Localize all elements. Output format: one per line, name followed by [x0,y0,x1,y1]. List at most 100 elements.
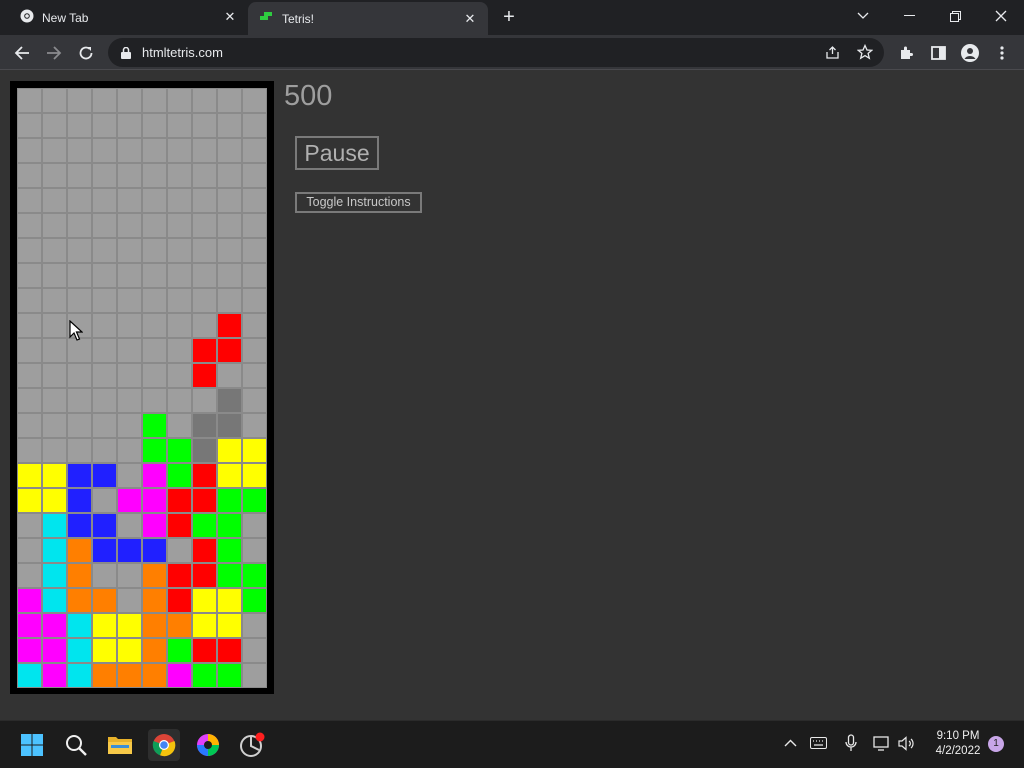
tab-new-tab[interactable]: New Tab ✕ [8,0,248,35]
empty-cell [92,563,117,588]
block-cell [142,588,167,613]
empty-cell [42,288,67,313]
block-cell [42,663,67,688]
side-panel-icon[interactable] [924,39,952,67]
menu-kebab-icon[interactable] [988,39,1016,67]
empty-cell [92,188,117,213]
empty-cell [217,88,242,113]
empty-cell [42,263,67,288]
empty-cell [142,238,167,263]
forward-button[interactable] [40,39,68,67]
block-cell [17,613,42,638]
block-cell [242,588,267,613]
photos-icon[interactable] [192,729,224,761]
chrome-icon [20,9,34,26]
volume-icon[interactable] [898,736,916,754]
block-cell [192,613,217,638]
notification-badge[interactable]: 1 [988,736,1004,752]
block-cell [217,588,242,613]
empty-cell [92,138,117,163]
bookmark-star-icon[interactable] [856,43,874,65]
empty-cell [17,388,42,413]
chrome-taskbar-icon[interactable] [148,729,180,761]
empty-cell [92,263,117,288]
block-cell [192,363,217,388]
block-cell [142,438,167,463]
block-cell [142,563,167,588]
extensions-icon[interactable] [892,39,920,67]
empty-cell [192,188,217,213]
keyboard-icon[interactable] [810,737,827,752]
block-cell [92,613,117,638]
profile-avatar-icon[interactable] [956,39,984,67]
empty-cell [92,313,117,338]
empty-cell [242,163,267,188]
address-bar[interactable]: htmltetris.com [108,38,884,67]
close-tab-icon[interactable]: ✕ [222,9,238,25]
empty-cell [17,563,42,588]
empty-cell [167,188,192,213]
empty-cell [167,288,192,313]
taskbar: 9:10 PM 4/2/2022 [0,720,1024,768]
block-cell [192,338,217,363]
show-hidden-icons-icon[interactable] [784,735,797,750]
empty-cell [242,363,267,388]
empty-cell [17,263,42,288]
empty-cell [167,138,192,163]
empty-cell [42,438,67,463]
empty-cell [117,163,142,188]
empty-cell [242,238,267,263]
microphone-icon[interactable] [844,734,858,755]
back-button[interactable] [8,39,36,67]
empty-cell [17,88,42,113]
empty-cell [242,388,267,413]
tetris-board[interactable] [17,88,267,688]
recording-app-icon[interactable] [236,729,268,761]
empty-cell [17,413,42,438]
empty-cell [67,363,92,388]
block-cell [217,663,242,688]
search-icon[interactable] [60,729,92,761]
pause-button[interactable]: Pause [295,136,379,170]
minimize-button[interactable] [886,0,932,32]
empty-cell [17,163,42,188]
empty-cell [92,363,117,388]
empty-cell [117,388,142,413]
block-cell [42,588,67,613]
block-cell [192,438,217,463]
tab-search-icon[interactable] [840,0,886,32]
share-icon[interactable] [825,45,840,65]
empty-cell [167,88,192,113]
empty-cell [142,88,167,113]
empty-cell [167,338,192,363]
empty-cell [17,313,42,338]
empty-cell [217,138,242,163]
reload-button[interactable] [72,39,100,67]
empty-cell [42,138,67,163]
empty-cell [17,238,42,263]
empty-cell [192,238,217,263]
restore-button[interactable] [932,0,978,32]
empty-cell [117,463,142,488]
file-explorer-icon[interactable] [104,729,136,761]
empty-cell [92,338,117,363]
block-cell [192,538,217,563]
windows-start-icon[interactable] [16,729,48,761]
empty-cell [42,238,67,263]
block-cell [142,663,167,688]
empty-cell [192,288,217,313]
toggle-instructions-button[interactable]: Toggle Instructions [295,192,422,213]
close-window-button[interactable] [978,0,1024,32]
system-clock[interactable]: 9:10 PM 4/2/2022 [920,729,996,759]
tab-tetris[interactable]: Tetris! ✕ [248,2,488,35]
block-cell [167,613,192,638]
clock-date: 4/2/2022 [935,745,981,757]
block-cell [242,563,267,588]
block-cell [192,638,217,663]
empty-cell [167,263,192,288]
network-icon[interactable] [873,736,891,754]
close-tab-icon[interactable]: ✕ [462,11,478,27]
new-tab-button[interactable]: + [498,7,520,29]
block-cell [217,538,242,563]
block-cell [217,613,242,638]
